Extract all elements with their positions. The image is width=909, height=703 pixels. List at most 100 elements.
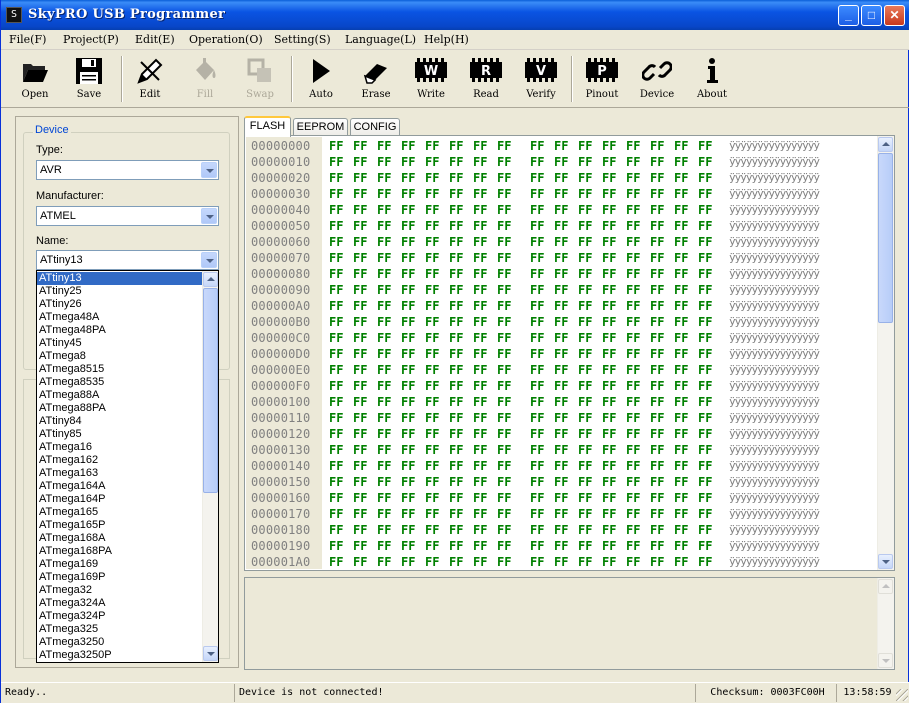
hex-byte[interactable]: FF bbox=[497, 523, 511, 537]
hex-byte[interactable]: FF bbox=[497, 411, 511, 425]
hex-byte[interactable]: FF bbox=[554, 235, 568, 249]
hex-byte[interactable]: FF bbox=[425, 555, 439, 569]
hex-byte[interactable]: FF bbox=[578, 475, 592, 489]
name-option[interactable]: ATtiny84 bbox=[37, 415, 203, 428]
hex-byte[interactable]: FF bbox=[329, 523, 343, 537]
hex-byte[interactable]: FF bbox=[473, 491, 487, 505]
hex-byte[interactable]: FF bbox=[602, 555, 616, 569]
hex-byte[interactable]: FF bbox=[497, 507, 511, 521]
hex-byte[interactable]: FF bbox=[698, 331, 712, 345]
name-option[interactable]: ATmega3250 bbox=[37, 636, 203, 649]
hex-byte[interactable]: FF bbox=[329, 315, 343, 329]
hex-byte[interactable]: FF bbox=[650, 523, 664, 537]
hex-byte[interactable]: FF bbox=[401, 411, 415, 425]
hex-byte[interactable]: FF bbox=[425, 411, 439, 425]
hex-byte[interactable]: FF bbox=[377, 491, 391, 505]
hex-byte[interactable]: FF bbox=[401, 363, 415, 377]
hex-byte[interactable]: FF bbox=[425, 235, 439, 249]
scroll-down-button[interactable] bbox=[203, 646, 218, 661]
hex-byte[interactable]: FF bbox=[626, 363, 640, 377]
hex-byte[interactable]: FF bbox=[698, 555, 712, 569]
hex-byte[interactable]: FF bbox=[377, 299, 391, 313]
hex-byte[interactable]: FF bbox=[401, 395, 415, 409]
type-select[interactable]: AVR bbox=[36, 160, 219, 180]
hex-byte[interactable]: FF bbox=[530, 459, 544, 473]
hex-byte[interactable]: FF bbox=[554, 139, 568, 153]
hex-byte[interactable]: FF bbox=[698, 491, 712, 505]
hex-byte[interactable]: FF bbox=[554, 491, 568, 505]
tab-config[interactable]: CONFIG bbox=[350, 118, 400, 136]
hex-byte[interactable]: FF bbox=[674, 411, 688, 425]
title-bar[interactable]: S SkyPRO USB Programmer _ □ ✕ bbox=[1, 0, 909, 30]
hex-byte[interactable]: FF bbox=[353, 331, 367, 345]
hex-byte[interactable]: FF bbox=[602, 283, 616, 297]
log-scrollbar[interactable] bbox=[877, 578, 894, 669]
hex-byte[interactable]: FF bbox=[650, 427, 664, 441]
hex-byte[interactable]: FF bbox=[650, 187, 664, 201]
hex-byte[interactable]: FF bbox=[650, 283, 664, 297]
hex-byte[interactable]: FF bbox=[377, 315, 391, 329]
hex-byte[interactable]: FF bbox=[377, 379, 391, 393]
hex-byte[interactable]: FF bbox=[554, 299, 568, 313]
hex-byte[interactable]: FF bbox=[497, 171, 511, 185]
hex-byte[interactable]: FF bbox=[578, 155, 592, 169]
hex-byte[interactable]: FF bbox=[425, 187, 439, 201]
hex-byte[interactable]: FF bbox=[602, 443, 616, 457]
hex-byte[interactable]: FF bbox=[674, 459, 688, 473]
hex-byte[interactable]: FF bbox=[377, 347, 391, 361]
hex-byte[interactable]: FF bbox=[449, 411, 463, 425]
hex-byte[interactable]: FF bbox=[497, 363, 511, 377]
menu-edit[interactable]: Edit(E) bbox=[135, 33, 175, 46]
hex-byte[interactable]: FF bbox=[602, 315, 616, 329]
hex-byte[interactable]: FF bbox=[329, 363, 343, 377]
hex-byte[interactable]: FF bbox=[554, 363, 568, 377]
write-button[interactable]: W Write bbox=[407, 56, 455, 104]
hex-byte[interactable]: FF bbox=[473, 411, 487, 425]
hex-byte[interactable]: FF bbox=[626, 331, 640, 345]
hex-byte[interactable]: FF bbox=[329, 331, 343, 345]
hex-byte[interactable]: FF bbox=[329, 411, 343, 425]
name-option[interactable]: ATmega169P bbox=[37, 571, 203, 584]
hex-byte[interactable]: FF bbox=[449, 459, 463, 473]
name-option[interactable]: ATmega165 bbox=[37, 506, 203, 519]
hex-byte[interactable]: FF bbox=[473, 139, 487, 153]
hex-byte[interactable]: FF bbox=[449, 363, 463, 377]
hex-byte[interactable]: FF bbox=[602, 203, 616, 217]
name-option[interactable]: ATmega165P bbox=[37, 519, 203, 532]
name-option[interactable]: ATtiny25 bbox=[37, 285, 203, 298]
hex-byte[interactable]: FF bbox=[353, 219, 367, 233]
hex-byte[interactable]: FF bbox=[473, 347, 487, 361]
hex-byte[interactable]: FF bbox=[473, 171, 487, 185]
hex-byte[interactable]: FF bbox=[473, 443, 487, 457]
name-option[interactable]: ATmega164A bbox=[37, 480, 203, 493]
hex-byte[interactable]: FF bbox=[530, 283, 544, 297]
hex-byte[interactable]: FF bbox=[401, 523, 415, 537]
hex-byte[interactable]: FF bbox=[578, 539, 592, 553]
scroll-up-button[interactable] bbox=[203, 272, 218, 287]
hex-byte[interactable]: FF bbox=[626, 283, 640, 297]
hex-byte[interactable]: FF bbox=[578, 139, 592, 153]
maximize-button[interactable]: □ bbox=[861, 5, 882, 26]
hex-byte[interactable]: FF bbox=[449, 299, 463, 313]
hex-byte[interactable]: FF bbox=[626, 235, 640, 249]
hex-byte[interactable]: FF bbox=[377, 219, 391, 233]
hex-byte[interactable]: FF bbox=[401, 475, 415, 489]
hex-byte[interactable]: FF bbox=[674, 523, 688, 537]
hex-byte[interactable]: FF bbox=[401, 315, 415, 329]
hex-byte[interactable]: FF bbox=[401, 283, 415, 297]
hex-byte[interactable]: FF bbox=[530, 171, 544, 185]
hex-byte[interactable]: FF bbox=[602, 219, 616, 233]
hex-byte[interactable]: FF bbox=[674, 555, 688, 569]
hex-byte[interactable]: FF bbox=[425, 379, 439, 393]
name-option[interactable]: ATmega168A bbox=[37, 532, 203, 545]
hex-byte[interactable]: FF bbox=[449, 475, 463, 489]
hex-byte[interactable]: FF bbox=[674, 171, 688, 185]
hex-byte[interactable]: FF bbox=[449, 171, 463, 185]
hex-byte[interactable]: FF bbox=[578, 251, 592, 265]
hex-byte[interactable]: FF bbox=[497, 379, 511, 393]
about-button[interactable]: About bbox=[688, 56, 736, 104]
hex-byte[interactable]: FF bbox=[497, 331, 511, 345]
hex-byte[interactable]: FF bbox=[425, 219, 439, 233]
hex-byte[interactable]: FF bbox=[650, 219, 664, 233]
hex-byte[interactable]: FF bbox=[401, 203, 415, 217]
